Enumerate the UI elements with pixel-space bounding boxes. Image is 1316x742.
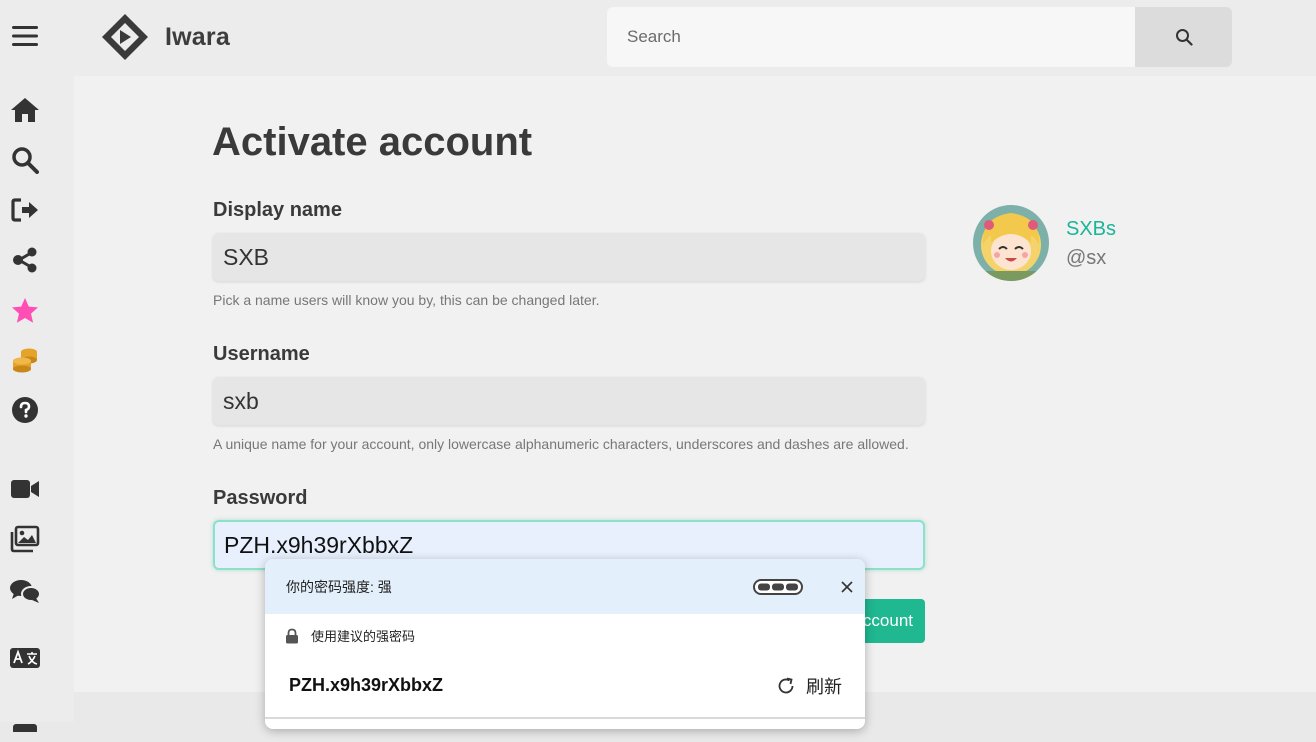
popup-header: 你的密码强度: 强 <box>265 559 865 614</box>
display-name-help: Pick a name users will know you by, this… <box>213 292 600 308</box>
sign-in-icon[interactable] <box>8 193 42 227</box>
display-name-field[interactable] <box>213 233 925 281</box>
refresh-icon <box>778 677 794 694</box>
language-icon[interactable] <box>8 641 42 675</box>
password-label: Password <box>213 487 308 509</box>
password-strength-text: 你的密码强度: 强 <box>286 579 392 595</box>
activate-account-button-label: ccount <box>862 611 913 630</box>
menu-icon[interactable] <box>8 19 42 53</box>
lock-icon <box>286 628 298 643</box>
coins-icon[interactable] <box>8 343 42 377</box>
username-field[interactable] <box>213 377 925 425</box>
refresh-button[interactable]: 刷新 <box>776 673 842 699</box>
help-icon[interactable] <box>8 393 42 427</box>
partial-icon <box>8 708 42 742</box>
popup-divider <box>265 717 865 719</box>
home-icon[interactable] <box>8 93 42 127</box>
left-sidebar <box>0 0 74 732</box>
suggest-text: 使用建议的强密码 <box>311 629 416 644</box>
images-icon[interactable] <box>8 522 42 556</box>
video-icon[interactable] <box>8 472 42 506</box>
close-icon[interactable] <box>839 579 855 595</box>
password-suggestion-popup: 你的密码强度: 强 使用建议的强密码 PZH.x9h39rXbbxZ 刷新 <box>265 559 865 729</box>
iwara-logo-icon <box>102 14 148 60</box>
refresh-label: 刷新 <box>806 677 842 697</box>
chat-icon[interactable] <box>8 574 42 608</box>
search-icon[interactable] <box>8 143 42 177</box>
brand-name: Iwara <box>165 22 230 51</box>
suggested-password[interactable]: PZH.x9h39rXbbxZ <box>289 675 443 696</box>
username-label: Username <box>213 343 310 365</box>
brand[interactable]: Iwara <box>101 13 230 61</box>
search-input[interactable] <box>607 7 1136 67</box>
search-icon <box>1175 29 1193 46</box>
use-suggested-password-row: 使用建议的强密码 <box>285 626 415 645</box>
profile-display-name: SXBs <box>1066 218 1117 240</box>
page-title: Activate account <box>212 120 533 164</box>
display-name-label: Display name <box>213 199 342 221</box>
strength-meter-icon <box>753 579 803 595</box>
share-icon[interactable] <box>8 243 42 277</box>
username-help: A unique name for your account, only low… <box>213 436 909 452</box>
profile-handle: @sx <box>1066 247 1107 269</box>
search-button[interactable] <box>1135 7 1232 67</box>
avatar <box>973 205 1049 281</box>
star-icon[interactable] <box>8 294 42 328</box>
